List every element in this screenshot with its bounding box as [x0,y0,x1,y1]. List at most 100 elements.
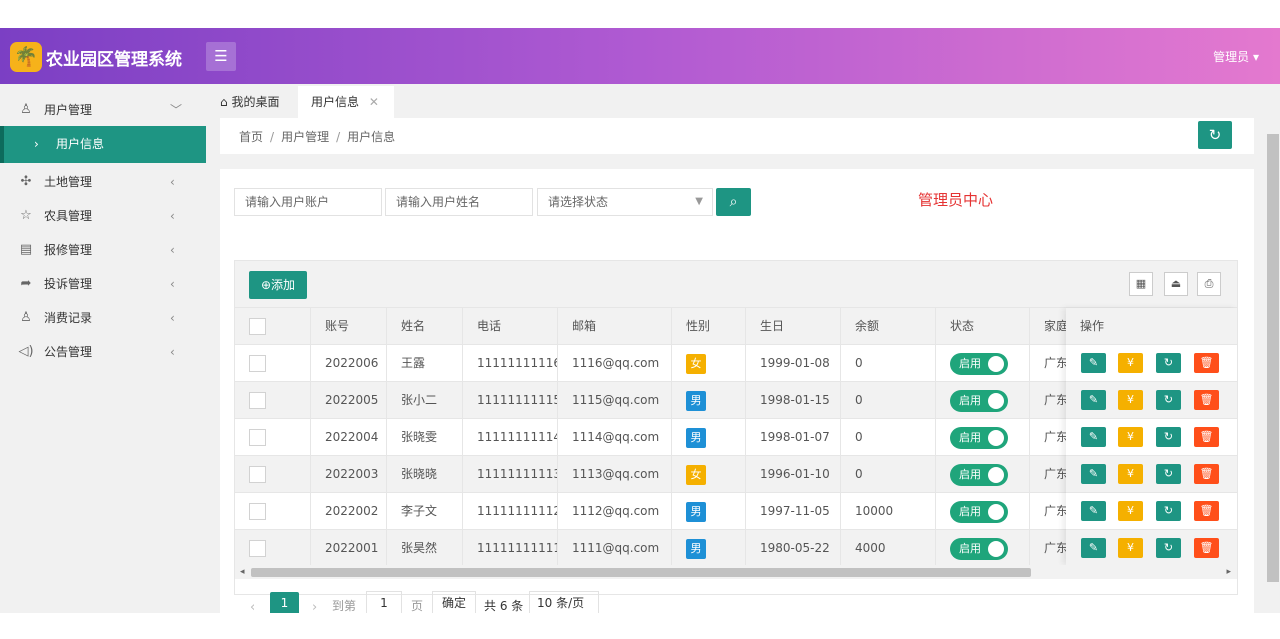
row-checkbox[interactable] [249,355,266,372]
row-checkbox[interactable] [249,392,266,409]
sidebar-item-repair[interactable]: ▤ 报修管理 ‹ [0,233,206,267]
cell-name: 李子文 [401,504,438,518]
sidebar-item-label: 投诉管理 [44,277,93,291]
header-balance[interactable]: 余额 [841,308,936,344]
row-checkbox[interactable] [249,429,266,446]
recharge-button[interactable]: ¥ [1118,501,1143,521]
sidebar-item-land[interactable]: ✣ 土地管理 ‹ [0,165,206,199]
header-name[interactable]: 姓名 [387,308,463,344]
sidebar-item-user-management[interactable]: ♙ 用户管理 ﹀ [0,93,206,127]
row-checkbox[interactable] [249,503,266,520]
status-switch[interactable]: 启用 [950,538,1008,560]
page-confirm-button[interactable]: 确定 [432,591,476,615]
add-user-button[interactable]: ⊕添加 [249,271,307,299]
delete-button[interactable]: 🗑 [1194,427,1219,447]
status-switch[interactable]: 启用 [950,390,1008,412]
header-birthday[interactable]: 生日 [746,308,841,344]
cell-birthday: 1980-05-22 [746,530,841,566]
cell-email: 1115@qq.com [572,393,660,407]
user-menu[interactable]: 管理员 ▾ [1213,48,1259,65]
switch-knob [988,504,1004,520]
sidebar-item-notice[interactable]: ◁) 公告管理 ‹ [0,335,206,369]
delete-button[interactable]: 🗑 [1194,353,1219,373]
scroll-thumb[interactable] [251,568,1031,577]
gender-badge: 男 [686,390,706,411]
recharge-button[interactable]: ¥ [1118,427,1143,447]
edit-button[interactable]: ✎ [1081,538,1106,558]
status-switch[interactable]: 启用 [950,353,1008,375]
status-switch[interactable]: 启用 [950,427,1008,449]
cell-phone: 11111111112 [477,504,558,518]
print-icon[interactable]: ⎙ [1197,272,1221,296]
recharge-button[interactable]: ¥ [1118,538,1143,558]
recharge-button[interactable]: ¥ [1118,464,1143,484]
delete-button[interactable]: 🗑 [1194,390,1219,410]
cell-balance: 0 [841,419,936,455]
breadcrumb-user-management[interactable]: 用户管理 [281,130,329,144]
search-button[interactable]: ⌕ [716,188,751,216]
bottom-spacer [0,613,1280,639]
row-checkbox[interactable] [249,540,266,557]
edit-button[interactable]: ✎ [1081,464,1106,484]
header-email[interactable]: 邮箱 [558,308,672,344]
breadcrumb-home[interactable]: 首页 [239,130,263,144]
status-select[interactable]: 请选择状态 ▼ [537,188,713,216]
current-page-button[interactable]: 1 [270,592,299,615]
edit-button[interactable]: ✎ [1081,353,1106,373]
account-search-input[interactable]: 请输入用户账户 [234,188,382,216]
cell-account: 2022005 [325,393,379,407]
status-switch[interactable]: 启用 [950,501,1008,523]
delete-button[interactable]: 🗑 [1194,501,1219,521]
refresh-button[interactable]: ↻ [1198,121,1232,149]
sidebar-item-tools[interactable]: ☆ 农具管理 ‹ [0,199,206,233]
cell-birthday: 1997-11-05 [746,493,841,529]
user-icon: ♙ [20,102,32,117]
sidebar-item-label: 用户管理 [44,103,93,117]
edit-button[interactable]: ✎ [1081,501,1106,521]
header-gender[interactable]: 性别 [672,308,746,344]
app-title: 农业园区管理系统 [46,50,182,70]
horizontal-scrollbar[interactable]: ◂ ▸ [235,565,1237,579]
recharge-button[interactable]: ¥ [1118,353,1143,373]
status-switch[interactable]: 启用 [950,464,1008,486]
columns-filter-icon[interactable]: ▦ [1129,272,1153,296]
vertical-scroll-thumb[interactable] [1267,134,1279,582]
sidebar-item-consumption[interactable]: ♙ 消费记录 ‹ [0,301,206,335]
reset-button[interactable]: ↻ [1156,538,1181,558]
vertical-scrollbar[interactable] [1266,118,1280,615]
reset-button[interactable]: ↻ [1156,427,1181,447]
select-all-checkbox[interactable] [249,318,266,335]
edit-button[interactable]: ✎ [1081,390,1106,410]
tab-user-info[interactable]: 用户信息 ✕ [298,86,394,118]
operations-row: ✎ ¥ ↻ 🗑 [1066,382,1237,419]
name-search-input[interactable]: 请输入用户姓名 [385,188,533,216]
page-size-select[interactable]: 10 条/页 ⌄ [529,591,599,632]
sidebar-subitem-user-info[interactable]: › 用户信息 [0,126,206,163]
header-account[interactable]: 账号 [311,308,387,344]
recharge-button[interactable]: ¥ [1118,390,1143,410]
export-icon[interactable]: ⏏ [1164,272,1188,296]
scroll-right-icon[interactable]: ▸ [1226,565,1231,579]
header-phone[interactable]: 电话 [463,308,558,344]
sidebar-item-complaint[interactable]: ➦ 投诉管理 ‹ [0,267,206,301]
cell-phone: 11111111111 [463,530,558,566]
reset-button[interactable]: ↻ [1156,501,1181,521]
delete-button[interactable]: 🗑 [1194,538,1219,558]
tab-desktop[interactable]: ⌂ 我的桌面 [214,86,298,118]
reset-button[interactable]: ↻ [1156,390,1181,410]
cell-phone: 11111111115 [477,393,558,407]
close-icon[interactable]: ✕ [369,95,379,109]
menu-toggle-button[interactable]: ☰ [206,42,236,71]
delete-button[interactable]: 🗑 [1194,464,1219,484]
cell-balance: 0 [855,356,863,370]
page-input[interactable]: 1 [366,591,402,615]
reset-button[interactable]: ↻ [1156,464,1181,484]
row-checkbox[interactable] [249,466,266,483]
edit-button[interactable]: ✎ [1081,427,1106,447]
header-status[interactable]: 状态 [936,308,1030,344]
sidebar-item-label: 土地管理 [44,175,93,189]
gender-badge: 男 [686,538,706,559]
cell-email: 1114@qq.com [572,430,660,444]
reset-button[interactable]: ↻ [1156,353,1181,373]
scroll-left-icon[interactable]: ◂ [240,565,245,579]
